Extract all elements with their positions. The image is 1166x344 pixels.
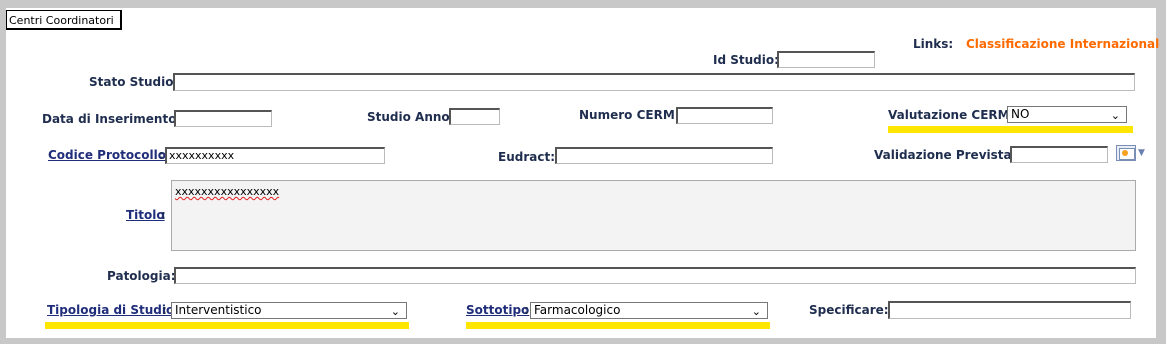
numero-cerm-label: Numero CERM: — [579, 108, 680, 122]
codice-protocollo-input[interactable]: xxxxxxxxxx — [165, 147, 385, 164]
links-classificazione[interactable]: Classificazione Internazionale d — [966, 37, 1160, 51]
titolo-label[interactable]: Titolo — [126, 208, 165, 222]
chevron-down-icon: ⌄ — [1110, 109, 1120, 122]
chevron-down-icon: ⌄ — [751, 305, 761, 318]
sottotipo-colon: : — [524, 303, 529, 317]
data-inserimento-input[interactable] — [174, 110, 272, 127]
links-label: Links: — [913, 37, 954, 51]
tipologia-studio-label[interactable]: Tipologia di Studio — [47, 303, 174, 317]
highlight-tipologia-studio — [45, 322, 409, 329]
calendar-dropdown-icon[interactable]: ▼ — [1138, 148, 1145, 158]
highlight-sottotipo — [466, 322, 770, 329]
validazione-prevista-label: Validazione Prevista: — [874, 148, 1016, 162]
valutazione-cerm-value: NO — [1011, 107, 1030, 121]
titolo-colon: : — [161, 208, 166, 222]
tipologia-studio-value: Interventistico — [175, 303, 262, 317]
tab-centri-coordinatori[interactable]: Centri Coordinatori — [6, 10, 122, 30]
id-studio-label: Id Studio: — [713, 53, 779, 67]
studio-anno-label: Studio Anno: — [367, 110, 454, 124]
eudract-label: Eudract: — [498, 150, 556, 164]
stato-studio-label: Stato Studio: — [89, 75, 178, 89]
valutazione-cerm-label: Valutazione CERM: — [888, 108, 1014, 122]
sottotipo-label[interactable]: Sottotipo — [466, 303, 529, 317]
validazione-prevista-input[interactable] — [1010, 146, 1108, 163]
numero-cerm-input[interactable] — [676, 107, 773, 124]
sottotipo-value: Farmacologico — [534, 303, 621, 317]
tipologia-studio-colon: : — [162, 303, 167, 317]
data-inserimento-label: Data di Inserimento: — [42, 112, 181, 126]
eudract-input[interactable] — [555, 147, 773, 164]
patologia-input[interactable] — [174, 267, 1136, 284]
form-panel — [6, 8, 1156, 338]
tipologia-studio-select[interactable]: Interventistico ⌄ — [171, 302, 407, 319]
codice-protocollo-label[interactable]: Codice Protocollo — [48, 148, 166, 162]
patologia-label: Patologia: — [107, 269, 176, 283]
titolo-textarea[interactable]: xxxxxxxxxxxxxxxx — [171, 180, 1136, 251]
studio-anno-input[interactable] — [449, 108, 500, 125]
calendar-icon[interactable] — [1116, 145, 1136, 161]
valutazione-cerm-select[interactable]: NO ⌄ — [1007, 106, 1127, 123]
chevron-down-icon: ⌄ — [390, 305, 400, 318]
specificare-label: Specificare: — [809, 303, 889, 317]
id-studio-input[interactable] — [777, 51, 875, 68]
titolo-value: xxxxxxxxxxxxxxxx — [175, 185, 280, 198]
highlight-valutazione-cerm — [888, 126, 1133, 133]
specificare-input[interactable] — [888, 301, 1131, 319]
stato-studio-input[interactable] — [173, 73, 1135, 91]
codice-protocollo-colon: : — [159, 148, 164, 162]
sottotipo-select[interactable]: Farmacologico ⌄ — [530, 302, 768, 319]
